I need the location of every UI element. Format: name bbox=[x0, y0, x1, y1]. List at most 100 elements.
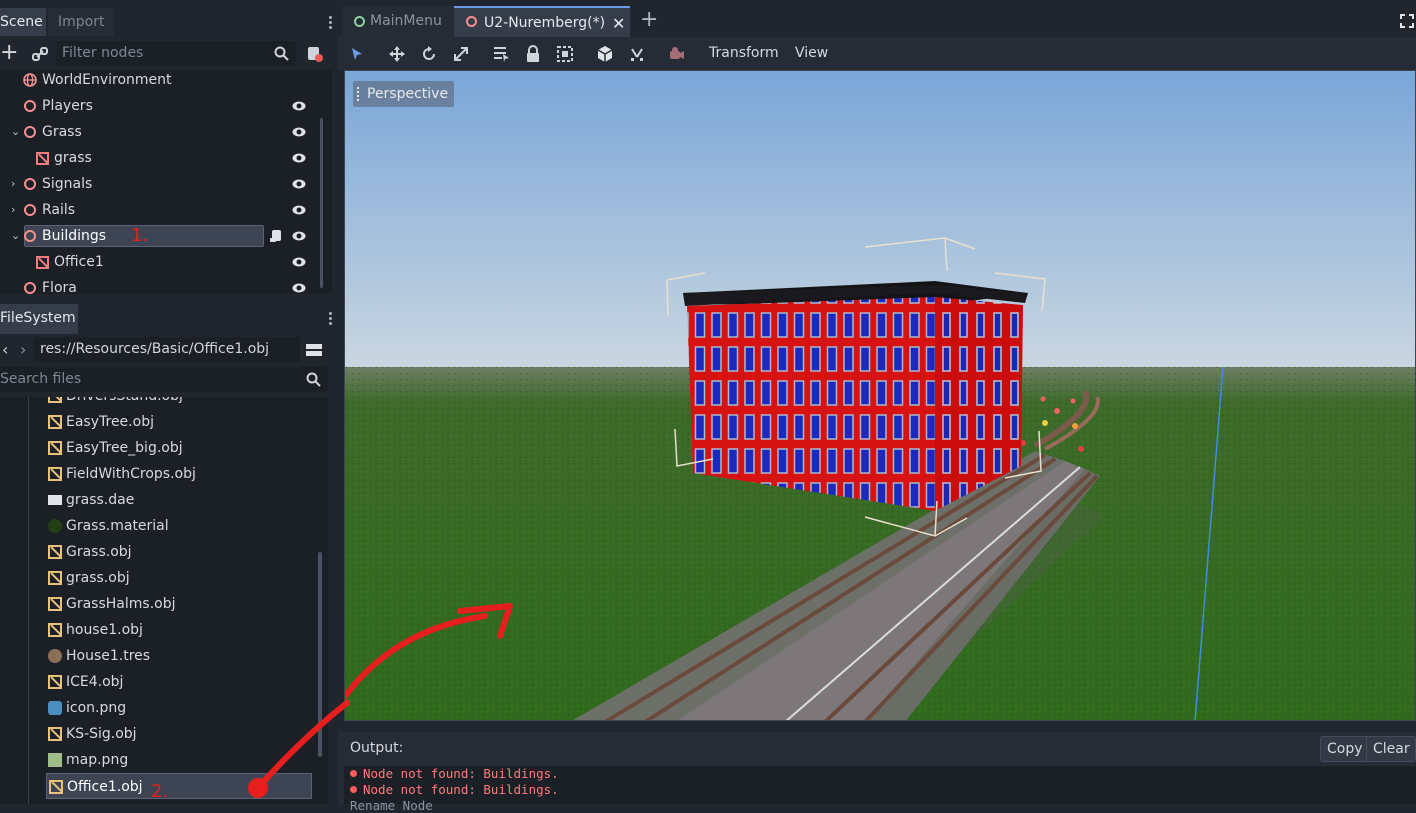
dock-menu-icon[interactable] bbox=[328, 310, 332, 326]
copy-button[interactable]: Copy bbox=[1320, 736, 1370, 762]
obj-file-icon bbox=[48, 415, 62, 429]
obj-file-icon bbox=[48, 545, 62, 559]
lock-icon[interactable] bbox=[524, 45, 542, 63]
script-attached-icon[interactable] bbox=[269, 229, 283, 243]
script-icon[interactable] bbox=[306, 45, 324, 63]
tree-node-grass[interactable]: ⌄ Grass bbox=[0, 119, 332, 145]
dock-menu-icon[interactable] bbox=[328, 14, 332, 30]
log-line: Node not found: Buildings. bbox=[350, 782, 559, 797]
scene-icon bbox=[466, 16, 477, 27]
3d-viewport[interactable]: Perspective bbox=[344, 70, 1416, 721]
local-space-icon[interactable] bbox=[596, 45, 614, 63]
camera-preview-icon[interactable] bbox=[668, 45, 686, 63]
close-icon[interactable]: ✕ bbox=[612, 8, 625, 39]
error-dot-icon bbox=[350, 786, 357, 793]
node-circle-icon bbox=[24, 282, 36, 294]
tab-filesystem[interactable]: FileSystem bbox=[0, 304, 78, 334]
file-name: ICE4.obj bbox=[66, 674, 124, 690]
obj-file-icon bbox=[48, 467, 62, 481]
mesh-icon bbox=[36, 152, 49, 165]
filter-nodes-input[interactable]: Filter nodes bbox=[56, 41, 296, 66]
obj-file-icon bbox=[48, 397, 62, 403]
file-item[interactable]: grass.dae bbox=[46, 487, 312, 513]
path-field[interactable]: res://Resources/Basic/Office1.obj bbox=[34, 337, 300, 362]
visibility-eye-icon[interactable] bbox=[292, 282, 306, 294]
search-files-input[interactable]: Search files bbox=[0, 367, 328, 392]
tree-node-rails[interactable]: › Rails bbox=[0, 197, 332, 223]
error-dot-icon bbox=[350, 770, 357, 777]
select-tool-icon[interactable] bbox=[348, 45, 366, 63]
material-icon bbox=[48, 519, 62, 533]
file-item[interactable]: grass.obj bbox=[46, 565, 312, 591]
snap-icon[interactable] bbox=[628, 45, 646, 63]
file-item[interactable]: DriversStand.obj bbox=[46, 397, 312, 409]
split-view-icon[interactable] bbox=[306, 342, 322, 358]
node-circle-icon bbox=[24, 126, 36, 138]
visibility-eye-icon[interactable] bbox=[292, 230, 306, 242]
forward-icon[interactable]: › bbox=[20, 340, 26, 359]
visibility-eye-icon[interactable] bbox=[292, 256, 306, 268]
visibility-eye-icon[interactable] bbox=[292, 178, 306, 190]
tree-node-office1[interactable]: Office1 bbox=[0, 249, 332, 275]
tab-import[interactable]: Import bbox=[48, 8, 114, 36]
add-tab-icon[interactable]: + bbox=[640, 8, 658, 32]
link-icon[interactable] bbox=[31, 45, 49, 63]
tab-u2-nuremberg[interactable]: U2-Nuremberg(*) ✕ bbox=[454, 6, 630, 37]
perspective-button[interactable]: Perspective bbox=[353, 81, 455, 107]
scene-tabs: MainMenu U2-Nuremberg(*) ✕ + bbox=[338, 6, 1416, 37]
file-item[interactable]: house1.obj bbox=[46, 617, 312, 643]
file-item[interactable]: EasyTree_big.obj bbox=[46, 435, 312, 461]
file-item[interactable]: FieldWithCrops.obj bbox=[46, 461, 312, 487]
file-item[interactable]: Grass.obj bbox=[46, 539, 312, 565]
obj-file-icon bbox=[48, 441, 62, 455]
view-menu[interactable]: View bbox=[795, 43, 828, 63]
fullscreen-icon[interactable] bbox=[1400, 14, 1414, 28]
annotation-arrow bbox=[248, 700, 350, 798]
scene-tree-scrollbar[interactable] bbox=[320, 118, 323, 288]
obj-file-icon bbox=[49, 780, 63, 794]
chevron-right-icon[interactable]: › bbox=[11, 197, 15, 223]
file-name: House1.tres bbox=[66, 648, 151, 664]
add-node-icon[interactable]: + bbox=[0, 42, 18, 64]
visibility-eye-icon[interactable] bbox=[292, 100, 306, 112]
tree-node-flora[interactable]: Flora bbox=[0, 275, 332, 294]
chevron-down-icon[interactable]: ⌄ bbox=[11, 119, 20, 145]
list-select-icon[interactable] bbox=[492, 45, 510, 63]
tab-scene[interactable]: Scene bbox=[0, 8, 46, 36]
visibility-eye-icon[interactable] bbox=[292, 152, 306, 164]
search-icon bbox=[306, 372, 322, 388]
file-item[interactable]: EasyTree.obj bbox=[46, 409, 312, 435]
obj-file-icon bbox=[48, 597, 62, 611]
tree-node-label: grass bbox=[54, 150, 92, 166]
left-dock: Scene Import + Filter nodes WorldEnviron… bbox=[0, 0, 338, 804]
tree-node-players[interactable]: Players bbox=[0, 93, 332, 119]
node-circle-icon bbox=[24, 100, 36, 112]
group-icon[interactable] bbox=[556, 45, 574, 63]
file-item[interactable]: GrassHalms.obj bbox=[46, 591, 312, 617]
tab-mainmenu[interactable]: MainMenu bbox=[342, 6, 454, 37]
file-item[interactable]: Grass.material bbox=[46, 513, 312, 539]
file-name: FieldWithCrops.obj bbox=[66, 466, 196, 482]
tree-node-grass-mesh[interactable]: grass bbox=[0, 145, 332, 171]
scale-tool-icon[interactable] bbox=[452, 45, 470, 63]
file-item[interactable]: House1.tres bbox=[46, 643, 312, 669]
file-item[interactable]: ICE4.obj bbox=[46, 669, 312, 695]
clear-button[interactable]: Clear bbox=[1366, 736, 1416, 762]
visibility-eye-icon[interactable] bbox=[292, 204, 306, 216]
tree-node-buildings[interactable]: ⌄ Buildings 1. bbox=[0, 223, 332, 249]
search-icon bbox=[274, 46, 290, 62]
transform-menu[interactable]: Transform bbox=[709, 43, 779, 63]
chevron-down-icon[interactable]: ⌄ bbox=[11, 223, 20, 249]
obj-file-icon bbox=[48, 727, 62, 741]
file-name: map.png bbox=[66, 752, 129, 768]
file-name: EasyTree.obj bbox=[66, 414, 154, 430]
chevron-right-icon[interactable]: › bbox=[11, 171, 15, 197]
tree-node-signals[interactable]: › Signals bbox=[0, 171, 332, 197]
perspective-label: Perspective bbox=[367, 86, 449, 102]
move-tool-icon[interactable] bbox=[388, 45, 406, 63]
tree-node-worldenvironment[interactable]: WorldEnvironment bbox=[0, 70, 332, 93]
rotate-tool-icon[interactable] bbox=[420, 45, 438, 63]
visibility-eye-icon[interactable] bbox=[292, 126, 306, 138]
back-icon[interactable]: ‹ bbox=[2, 340, 8, 359]
file-name: grass.obj bbox=[66, 570, 130, 586]
